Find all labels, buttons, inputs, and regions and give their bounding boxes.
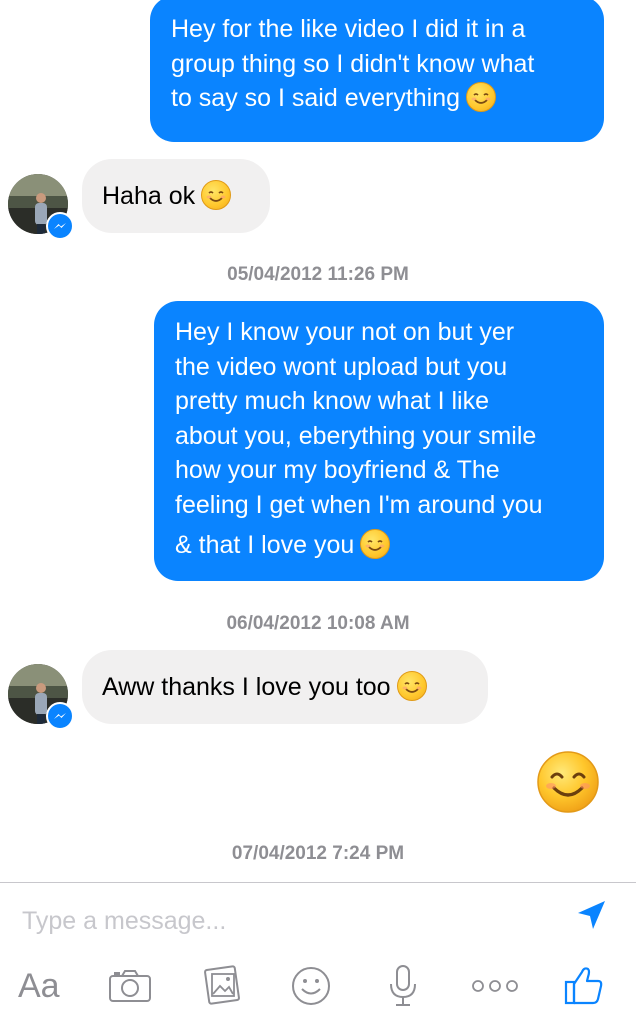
smiling-face-emoji-icon bbox=[537, 751, 599, 813]
outgoing-message-bubble[interactable]: Hey for the like video I did it in a gro… bbox=[150, 0, 604, 142]
message-text-line: & that I love you bbox=[175, 528, 604, 563]
outgoing-emoji-message[interactable] bbox=[536, 750, 600, 814]
gallery-icon[interactable] bbox=[201, 964, 243, 1006]
emoji-icon[interactable] bbox=[291, 966, 331, 1006]
smiling-face-emoji-icon bbox=[360, 529, 391, 559]
message-text-line: to say so I said everything bbox=[171, 81, 604, 116]
smiling-face-emoji-icon bbox=[466, 82, 497, 112]
timestamp: 07/04/2012 7:24 PM bbox=[231, 843, 405, 864]
incoming-message-bubble[interactable]: Haha ok bbox=[82, 159, 270, 233]
message-text-line: Hey I know your not on but yer bbox=[175, 318, 515, 346]
composer-divider bbox=[0, 882, 636, 883]
message-text-line: how your my boyfriend & The bbox=[175, 456, 500, 484]
text-format-icon[interactable]: Aa bbox=[18, 966, 60, 1006]
send-arrow-icon[interactable] bbox=[574, 898, 608, 932]
incoming-message-bubble[interactable]: Aww thanks I love you too bbox=[82, 650, 488, 724]
message-text-line: the video wont upload but you bbox=[175, 352, 508, 381]
message-text-line: about you, eberything your smile bbox=[175, 421, 537, 450]
timestamp: 06/04/2012 10:08 AM bbox=[226, 613, 410, 634]
message-text: Haha ok bbox=[102, 182, 196, 210]
more-icon[interactable] bbox=[470, 978, 520, 994]
like-icon[interactable] bbox=[564, 964, 604, 1006]
smiling-face-emoji-icon bbox=[396, 671, 427, 701]
outgoing-message-bubble[interactable]: Hey I know your not on but yer the video… bbox=[154, 301, 604, 581]
camera-icon[interactable] bbox=[108, 968, 152, 1004]
message-text-line: Hey for the like video I did it in a bbox=[171, 15, 526, 43]
message-text-line: group thing so I didn't know what bbox=[171, 49, 535, 78]
smiling-face-emoji-icon bbox=[201, 180, 232, 210]
messenger-badge-icon bbox=[46, 212, 74, 240]
microphone-icon[interactable] bbox=[388, 964, 418, 1008]
message-input[interactable] bbox=[20, 898, 564, 944]
message-text: Aww thanks I love you too bbox=[102, 673, 391, 701]
message-text-line: pretty much know what I like bbox=[175, 387, 490, 415]
timestamp: 05/04/2012 11:26 PM bbox=[227, 264, 409, 285]
message-text-line: feeling I get when I'm around you bbox=[175, 490, 543, 519]
messenger-badge-icon bbox=[46, 702, 74, 730]
text-format-label: Aa bbox=[18, 967, 60, 1005]
